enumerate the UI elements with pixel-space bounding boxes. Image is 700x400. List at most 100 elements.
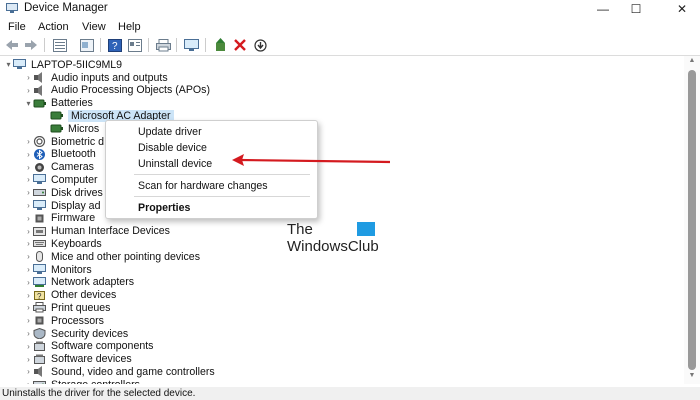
download-driver-icon[interactable] — [252, 37, 268, 53]
menu-view[interactable]: View — [82, 21, 106, 33]
forward-icon[interactable] — [23, 37, 39, 53]
chevron-right-icon[interactable]: › — [24, 316, 33, 325]
disable-device-menu-item[interactable]: Disable device — [138, 142, 207, 154]
chevron-right-icon[interactable]: › — [24, 265, 33, 274]
tree-category-row[interactable]: › Firmware — [24, 212, 95, 225]
tree-item-label: Storage controllers — [51, 379, 140, 384]
chevron-down-icon[interactable]: ▾ — [4, 60, 13, 69]
vertical-scrollbar[interactable]: ▲ ▼ — [684, 56, 700, 384]
chip-icon — [35, 316, 44, 325]
tree-category-row[interactable]: › Bluetooth — [24, 148, 96, 161]
tree-category-row[interactable]: › Print queues — [24, 301, 110, 314]
menu-help[interactable]: Help — [118, 21, 141, 33]
chevron-right-icon[interactable]: › — [24, 252, 33, 261]
uninstall-icon[interactable] — [232, 37, 248, 53]
chevron-down-icon[interactable]: ▾ — [24, 99, 33, 108]
tree-category-row[interactable]: › Cameras — [24, 161, 94, 174]
chevron-right-icon[interactable]: › — [24, 214, 33, 223]
chevron-right-icon[interactable]: › — [24, 188, 33, 197]
properties-menu-item[interactable]: Properties — [138, 202, 190, 214]
update-driver-icon[interactable] — [212, 37, 228, 53]
chevron-right-icon[interactable]: › — [24, 329, 33, 338]
tree-category-row[interactable]: › Sound, video and game controllers — [24, 365, 215, 378]
print-icon[interactable] — [155, 37, 171, 53]
tree-category-row[interactable]: › Security devices — [24, 327, 128, 340]
uninstall-device-menu-item[interactable]: Uninstall device — [138, 158, 212, 170]
component-icon — [34, 341, 45, 351]
chevron-right-icon[interactable]: › — [24, 73, 33, 82]
fingerprint-icon — [33, 136, 46, 147]
chevron-right-icon[interactable]: › — [24, 137, 33, 146]
tree-item-label: Batteries — [51, 97, 93, 110]
chevron-right-icon[interactable]: › — [24, 380, 33, 384]
tree-category-row[interactable]: › Biometric d — [24, 135, 104, 148]
watermark-line-2: WindowsClub — [287, 238, 379, 255]
tree-category-row[interactable]: › Keyboards — [24, 237, 102, 250]
details-view-icon[interactable] — [127, 37, 143, 53]
chevron-right-icon[interactable]: › — [24, 367, 33, 376]
minimize-button[interactable]: — — [585, 0, 621, 18]
device-manager-icon — [6, 3, 18, 13]
tree-root[interactable]: ▾ LAPTOP-5IIC9ML9 — [4, 58, 122, 71]
device-tree: ▾ LAPTOP-5IIC9ML9 › Audio inputs and outp… — [0, 56, 684, 384]
chevron-right-icon[interactable]: › — [24, 303, 33, 312]
tree-category-row[interactable]: › Disk drives — [24, 186, 103, 199]
tree-category-row[interactable]: › Monitors — [24, 263, 91, 276]
menu-separator — [134, 196, 310, 197]
chevron-right-icon[interactable]: › — [24, 227, 33, 236]
help-icon[interactable]: ? — [107, 37, 123, 53]
speaker-icon — [34, 366, 42, 378]
scan-hardware-menu-item[interactable]: Scan for hardware changes — [138, 180, 268, 192]
menu-file[interactable]: File — [8, 21, 26, 33]
tree-category-row[interactable]: › Mice and other pointing devices — [24, 250, 200, 263]
menu-bar: File Action View Help — [0, 18, 700, 35]
watermark-logo-icon — [357, 222, 375, 236]
list-view-icon[interactable] — [79, 37, 95, 53]
chevron-right-icon[interactable]: › — [24, 291, 33, 300]
chevron-right-icon[interactable]: › — [24, 355, 33, 364]
scrollbar-thumb[interactable] — [688, 70, 696, 370]
tree-device-row[interactable]: Micros — [50, 122, 99, 135]
chevron-right-icon[interactable]: › — [24, 342, 33, 351]
tree-item-label: Software devices — [51, 353, 132, 366]
menu-action[interactable]: Action — [38, 21, 69, 33]
tree-category-row[interactable]: › Computer — [24, 173, 97, 186]
chevron-right-icon[interactable]: › — [24, 278, 33, 287]
tree-category-row[interactable]: › Processors — [24, 314, 104, 327]
tree-category-row[interactable]: › Software devices — [24, 353, 132, 366]
tree-item-label: Biometric d — [51, 135, 104, 148]
toolbar-separator — [148, 38, 149, 52]
tree-category-row[interactable]: › Display ad — [24, 199, 100, 212]
tree-category-row[interactable]: › Software components — [24, 340, 153, 353]
tree-item-label: Audio Processing Objects (APOs) — [51, 84, 210, 97]
scroll-up-icon[interactable]: ▲ — [684, 57, 700, 69]
tree-item-label: Other devices — [51, 289, 117, 302]
scroll-down-icon[interactable]: ▼ — [684, 372, 700, 384]
chevron-right-icon[interactable]: › — [24, 150, 33, 159]
tree-category-row[interactable]: ▾ Batteries — [24, 97, 93, 110]
tree-category-row[interactable]: › Human Interface Devices — [24, 225, 170, 238]
chevron-right-icon[interactable]: › — [24, 175, 33, 184]
tree-category-row[interactable]: › Network adapters — [24, 276, 134, 289]
title-bar: Device Manager — ☐ ✕ — [0, 0, 700, 18]
properties-grid-icon[interactable] — [52, 37, 68, 53]
tree-category-row[interactable]: › Audio Processing Objects (APOs) — [24, 84, 210, 97]
chevron-right-icon[interactable]: › — [24, 239, 33, 248]
speaker-icon — [34, 72, 42, 83]
chevron-right-icon[interactable]: › — [24, 86, 33, 95]
tree-category-row[interactable]: ›? Other devices — [24, 289, 116, 302]
tree-category-row[interactable]: › Storage controllers — [24, 378, 140, 384]
chip-icon — [35, 214, 44, 223]
maximize-button[interactable]: ☐ — [618, 0, 654, 18]
back-icon[interactable] — [4, 37, 20, 53]
battery-icon — [33, 99, 46, 108]
tree-category-row[interactable]: › Audio inputs and outputs — [24, 71, 167, 84]
tree-item-label: Bluetooth — [51, 148, 96, 161]
chevron-right-icon[interactable]: › — [24, 201, 33, 210]
scan-hardware-icon[interactable] — [183, 37, 199, 53]
toolbar-separator — [44, 38, 45, 52]
update-driver-menu-item[interactable]: Update driver — [138, 126, 202, 138]
security-icon — [33, 328, 46, 339]
chevron-right-icon[interactable]: › — [24, 163, 33, 172]
close-button[interactable]: ✕ — [664, 0, 700, 18]
